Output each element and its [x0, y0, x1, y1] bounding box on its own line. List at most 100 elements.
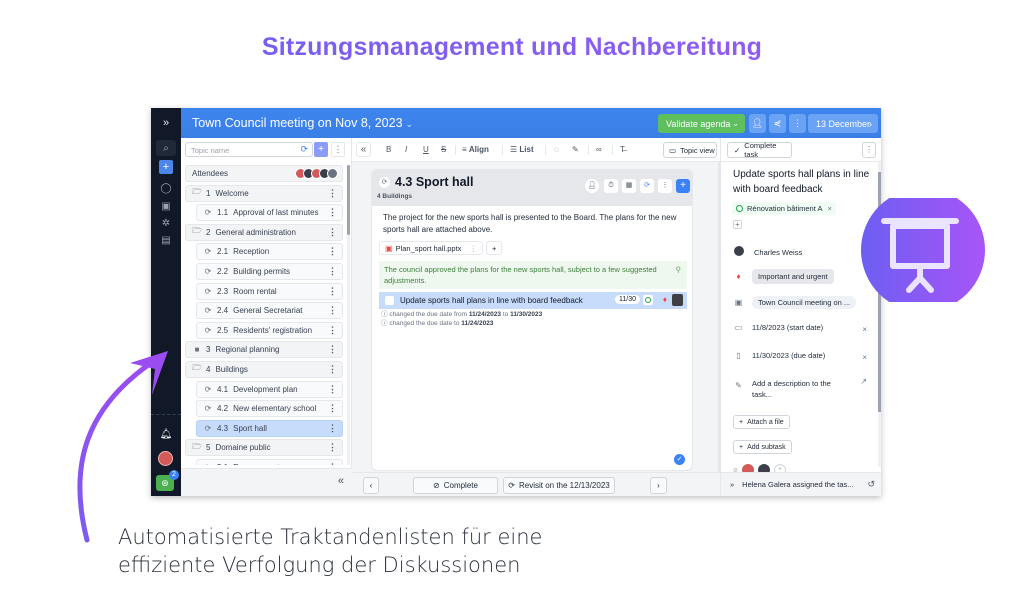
calendar-icon[interactable]: ▦ [622, 179, 636, 193]
agenda-topic[interactable]: ⟳ 5.1 Espaces verts ⋮ [196, 458, 343, 465]
add-topic-button[interactable]: + [314, 142, 328, 157]
color-icon[interactable]: ◌ [554, 145, 559, 154]
priority-row[interactable]: ♦ Important and urgent [733, 269, 834, 284]
agenda-section[interactable]: 🗁︎ 4 Buildings ⋮ [185, 360, 343, 378]
agenda-topic[interactable]: ⟳ 2.4 General Secretariat ⋮ [196, 302, 343, 320]
agenda-section[interactable]: 🗁︎ 2 General administration ⋮ [185, 223, 343, 241]
more-icon[interactable]: ⋮ [328, 188, 337, 199]
assign-user-icon[interactable]: 👤︎ [585, 179, 599, 193]
more-icon[interactable]: ⋮ [862, 142, 876, 158]
strike-button[interactable]: S [441, 145, 446, 154]
more-icon[interactable]: ⋮ [328, 246, 337, 257]
agenda-topic[interactable]: ⟳ 2.3 Room rental ⋮ [196, 282, 343, 300]
attendees-row[interactable]: Attendees [185, 165, 343, 182]
agenda-topic[interactable]: ⟳ 1.1 Approval of last minutes ⋮ [196, 204, 343, 222]
more-icon[interactable]: ⋮ [328, 442, 337, 453]
link-icon[interactable]: ∞ [596, 145, 602, 154]
recurring-icon[interactable]: ⟳ [640, 179, 654, 193]
project-tag[interactable]: Rénovation bâtiment A × [732, 202, 836, 215]
start-date-row[interactable]: ▭ 11/8/2023 (start date) [733, 323, 823, 332]
agenda-topic[interactable]: ⟳ 4.2 New elementary school ⋮ [196, 400, 343, 418]
add-button[interactable]: + [676, 179, 690, 193]
clear-format-icon[interactable]: T̶ [620, 145, 625, 154]
more-icon[interactable]: ⋮ [328, 423, 337, 434]
clear-due-date-icon[interactable]: × [862, 353, 867, 362]
share-icon[interactable]: ⋞ [769, 114, 786, 133]
more-icon[interactable]: ⋮ [328, 384, 337, 395]
agenda-topic[interactable]: ⟳ 4.1 Development plan ⋮ [196, 380, 343, 398]
activity-bar[interactable]: » Helena Galera assigned the tas... ↺ [721, 472, 881, 496]
list-button[interactable]: ☰ List [510, 145, 534, 154]
description-row[interactable]: ✎ Add a description to the task... [733, 378, 844, 400]
refresh-icon[interactable]: ⟳ [300, 144, 308, 155]
agenda-topic[interactable]: ⟳ 4.3 Sport hall ⋮ [196, 419, 343, 437]
revisit-button[interactable]: ⟳ Revisit on the 12/13/2023 [503, 477, 615, 494]
external-link-icon[interactable]: ↗ [860, 377, 867, 386]
bold-button[interactable]: B [386, 145, 391, 154]
expand-icon[interactable]: » [730, 480, 734, 489]
attachment-file[interactable]: ▣ Plan_sport hall.pptx ⋮ [379, 241, 483, 255]
check-circle-icon[interactable]: ◯ [156, 180, 176, 196]
more-icon[interactable]: ⋮ [328, 266, 337, 277]
assignee-row[interactable]: Charles Weiss [733, 246, 802, 258]
timer-icon[interactable]: ⏱︎ [604, 179, 618, 193]
collapse-icon[interactable]: « [338, 475, 344, 487]
previous-topic-button[interactable]: ‹ [363, 477, 379, 494]
more-icon[interactable]: ⋮ [328, 207, 337, 218]
more-icon[interactable]: ⋮ [328, 227, 337, 238]
add-subtask-button[interactable]: + Add subtask [733, 440, 792, 454]
collapse-agenda-button[interactable]: « [356, 142, 371, 157]
decision-block[interactable]: The council approved the plans for the n… [379, 261, 687, 289]
clipboard-icon[interactable]: ▤ [156, 232, 176, 248]
next-topic-button[interactable]: › [650, 477, 667, 494]
agenda-topic[interactable]: ⟳ 2.1 Reception ⋮ [196, 243, 343, 261]
more-icon[interactable]: ⋮ [328, 305, 337, 316]
search-icon[interactable]: ⌕ [156, 140, 176, 156]
next-meeting-button[interactable]: 13 December › [808, 114, 878, 133]
align-button[interactable]: ≡ Align [462, 145, 489, 154]
pin-icon[interactable]: ⚲ [676, 264, 682, 275]
agenda-topic[interactable]: ⟳ 2.5 Residents' registration ⋮ [196, 321, 343, 339]
complete-task-button[interactable]: ✓ Complete task [727, 141, 792, 159]
more-icon[interactable]: ⋮ [658, 179, 672, 193]
complete-button[interactable]: ⊘ Complete [413, 477, 498, 494]
more-icon[interactable]: ⋮ [328, 286, 337, 297]
meeting-row[interactable]: ▣ Town Council meeting on ... [733, 296, 857, 309]
more-icon[interactable]: ⋮ [328, 325, 337, 336]
expand-icon[interactable]: » [156, 115, 176, 131]
add-icon[interactable]: + [159, 160, 173, 174]
add-tag-button[interactable]: + [733, 220, 742, 229]
agenda-section[interactable]: 🗁︎ 5 Domaine public ⋮ [185, 439, 343, 457]
agenda-menu-button[interactable]: ⋮ [331, 142, 345, 157]
clear-start-date-icon[interactable]: × [862, 325, 867, 334]
add-attachment-button[interactable]: + [485, 241, 503, 255]
more-icon[interactable]: ⋮ [328, 462, 337, 465]
task-checkbox[interactable] [385, 296, 394, 305]
highlight-icon[interactable]: ✎ [572, 145, 579, 154]
remove-icon[interactable]: × [827, 204, 831, 213]
agenda-section[interactable]: 🗁︎ 1 Welcome ⋮ [185, 184, 343, 202]
more-icon[interactable]: ⋮ [328, 364, 337, 375]
more-icon[interactable]: ⋮ [469, 244, 477, 253]
attach-file-button[interactable]: + Attach a file [733, 415, 790, 429]
more-icon[interactable]: ⋮ [328, 403, 337, 414]
topic-description[interactable]: The project for the new sports hall is p… [383, 212, 683, 236]
agenda-section[interactable]: ■ 3 Regional planning ⋮ [185, 341, 343, 359]
agenda-topic[interactable]: ⟳ 2.2 Building permits ⋮ [196, 262, 343, 280]
task-row[interactable]: Update sports hall plans in line with bo… [379, 292, 687, 309]
more-icon[interactable]: ⋮ [328, 344, 337, 355]
due-date-row[interactable]: ▯ 11/30/2023 (due date) [733, 351, 825, 360]
history-icon[interactable]: ↺ [867, 479, 875, 490]
task-title[interactable]: Update sports hall plans in line with bo… [733, 167, 873, 197]
calendar-icon[interactable]: ▣ [156, 198, 176, 214]
topic-search-input[interactable]: Topic name ⟳ [185, 142, 313, 157]
more-icon[interactable]: ⋮ [789, 114, 806, 133]
underline-button[interactable]: U [423, 145, 429, 154]
topic-view-button[interactable]: ▭ Topic view [663, 142, 717, 158]
meeting-title[interactable]: Town Council meeting on Nov 8, 2023 ⌄ [192, 116, 413, 130]
validate-agenda-button[interactable]: Validate agenda ⌄ [658, 114, 745, 133]
attendees-icon[interactable]: 👤︎ [749, 114, 766, 133]
italic-button[interactable]: I [405, 145, 407, 154]
agenda-scrollbar[interactable] [347, 165, 350, 465]
settings-icon[interactable]: ✲ [156, 215, 176, 231]
